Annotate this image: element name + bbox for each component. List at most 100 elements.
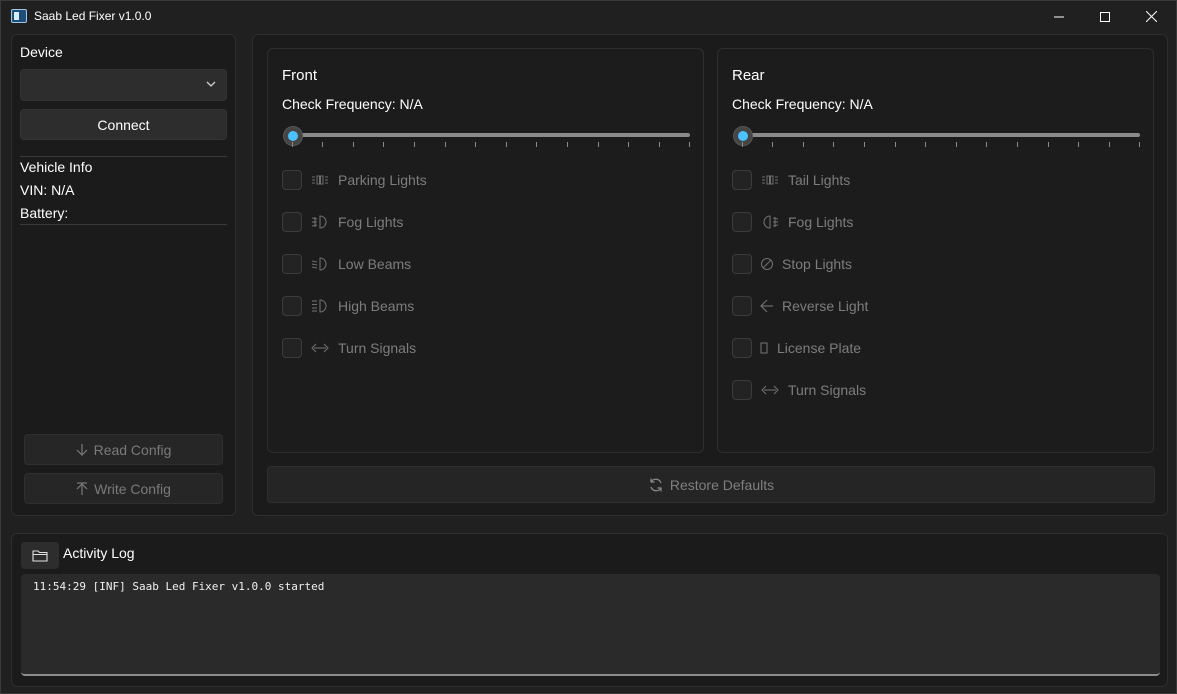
front-item-label: Turn Signals [338,340,417,356]
slider-tick [659,142,660,147]
checkbox[interactable] [282,338,302,358]
turn-signals-icon [760,381,780,399]
slider-tick [567,142,568,147]
write-config-button[interactable]: Write Config [24,473,223,504]
rear-license-plate-row[interactable]: License Plate [732,337,861,359]
slider-tick [1017,142,1018,147]
rear-tail-lights-row[interactable]: Tail Lights [732,169,850,191]
device-panel: Device Connect Vehicle Info VIN: N/A Bat… [11,34,236,516]
window-title: Saab Led Fixer v1.0.0 [34,9,152,23]
slider-tick [292,142,293,147]
minimize-icon [1054,16,1064,17]
checkbox[interactable] [282,212,302,232]
checkbox[interactable] [732,380,752,400]
app-icon [11,9,27,23]
checkbox[interactable] [732,212,752,232]
front-title: Front [282,67,318,84]
slider-tick [536,142,537,147]
stop-icon [760,255,774,273]
activity-log-panel: Activity Log 11:54:29 [INF] Saab Led Fix… [11,533,1168,687]
maximize-icon [1100,11,1110,22]
slider-tick [689,142,690,147]
slider-tick [322,142,323,147]
rear-title: Rear [732,67,765,84]
download-icon [76,443,88,457]
checkbox[interactable] [282,296,302,316]
front-parking-lights-row[interactable]: Parking Lights [282,169,427,191]
device-select[interactable] [20,69,227,101]
slider-tick [598,142,599,147]
front-low-beams-row[interactable]: Low Beams [282,253,411,275]
minimize-button[interactable] [1036,1,1082,32]
refresh-icon [648,477,664,493]
maximize-button[interactable] [1082,1,1128,32]
connect-label: Connect [97,116,150,133]
device-label: Device [20,44,63,60]
lights-panel: Front Check Frequency: N/A Parking Light… [252,34,1168,516]
title-bar: Saab Led Fixer v1.0.0 [1,1,1176,32]
restore-defaults-button[interactable]: Restore Defaults [267,466,1155,503]
read-config-button[interactable]: Read Config [24,434,223,465]
slider-tick [956,142,957,147]
slider-tick [895,142,896,147]
front-item-label: Parking Lights [338,172,427,188]
slider-tick [986,142,987,147]
high-beams-icon [310,297,330,315]
slider-tick [445,142,446,147]
close-icon [1145,11,1157,22]
front-group: Front Check Frequency: N/A Parking Light… [267,48,704,453]
checkbox[interactable] [282,254,302,274]
rear-turn-signals-row[interactable]: Turn Signals [732,379,866,401]
reverse-arrow-icon [760,297,774,315]
vin-text: VIN: N/A [20,182,75,198]
checkbox[interactable] [732,254,752,274]
rear-item-label: Turn Signals [788,382,867,398]
battery-text: Battery: [20,205,69,221]
slider-tick [1078,142,1079,147]
connect-button[interactable]: Connect [20,109,227,140]
open-log-folder-button[interactable] [21,542,59,569]
front-frequency-slider-thumb[interactable] [283,126,303,146]
front-item-label: Fog Lights [338,214,404,230]
slider-tick [833,142,834,147]
divider [20,224,227,225]
checkbox[interactable] [282,170,302,190]
front-frequency-slider-track[interactable] [292,133,690,137]
front-high-beams-row[interactable]: High Beams [282,295,414,317]
front-frequency-text: Check Frequency: N/A [282,96,423,112]
close-button[interactable] [1128,1,1174,32]
front-item-label: Low Beams [338,256,412,272]
slider-tick [506,142,507,147]
slider-tick [353,142,354,147]
slider-tick [1109,142,1110,147]
front-fog-lights-row[interactable]: Fog Lights [282,211,403,233]
slider-tick [742,142,743,147]
checkbox[interactable] [732,296,752,316]
chevron-down-icon [206,81,216,87]
rear-frequency-slider-thumb[interactable] [733,126,753,146]
checkbox[interactable] [732,170,752,190]
slider-tick [803,142,804,147]
rear-fog-lights-row[interactable]: Fog Lights [732,211,853,233]
rear-frequency-text: Check Frequency: N/A [732,96,873,112]
license-plate-icon [760,339,769,357]
rear-reverse-light-row[interactable]: Reverse Light [732,295,868,317]
checkbox[interactable] [732,338,752,358]
folder-icon [32,550,48,562]
write-config-label: Write Config [94,480,171,497]
log-output[interactable]: 11:54:29 [INF] Saab Led Fixer v1.0.0 sta… [21,574,1160,676]
rear-frequency-slider-track[interactable] [742,133,1140,137]
rear-group: Rear Check Frequency: N/A Tail Lights Fo… [717,48,1154,453]
slider-tick [475,142,476,147]
log-line: 11:54:29 [INF] Saab Led Fixer v1.0.0 sta… [33,580,325,593]
rear-stop-lights-row[interactable]: Stop Lights [732,253,852,275]
slider-tick [383,142,384,147]
slider-tick [772,142,773,147]
fog-lights-icon [310,213,330,231]
parking-lights-icon [310,171,330,189]
rear-item-label: License Plate [777,340,862,356]
slider-tick [1048,142,1049,147]
front-turn-signals-row[interactable]: Turn Signals [282,337,416,359]
rear-item-label: Fog Lights [788,214,854,230]
activity-log-title: Activity Log [63,545,135,561]
